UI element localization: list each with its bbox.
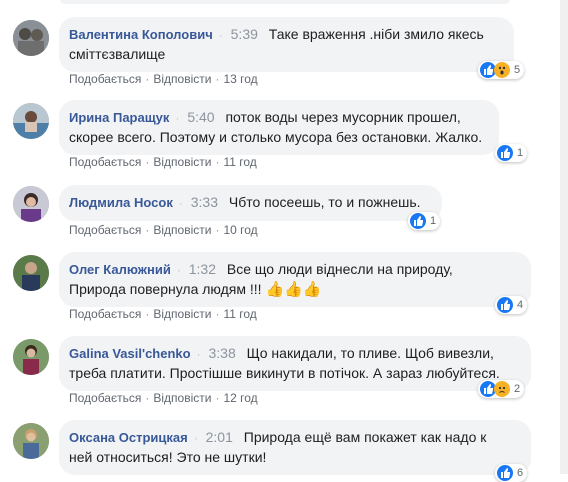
comment-actions: Подобається · Відповісти · 13 год [69,72,258,86]
reaction-count: 1 [430,215,437,227]
like-icon [497,145,513,161]
comment-age[interactable]: 11 год [223,155,256,169]
reply-link[interactable]: Відповісти [153,155,211,169]
comment-author[interactable]: Оксана Острицкая [69,430,188,445]
like-link[interactable]: Подобається [69,391,141,405]
like-icon [497,297,513,313]
reaction-summary[interactable]: 6 [495,464,528,482]
comment-actions: Подобається · Відповісти · 11 год [69,307,257,321]
like-icon [410,213,426,229]
comment-text-cont: ней относиться! Это не шутки! [69,449,267,465]
comment-time[interactable]: 2:01 [206,429,233,445]
reply-link[interactable]: Відповісти [153,223,211,237]
reaction-count: 4 [517,299,524,311]
comment-text: Все що люди віднесли на природу, [226,261,453,277]
comment-time[interactable]: 1:32 [189,261,216,277]
comment-actions: Подобається · Відповісти · 11 год [69,155,257,169]
comment-bubble: Galina Vasil'chenko · 3:38 Що накидали, т… [59,336,531,391]
like-link[interactable]: Подобається [69,307,141,321]
avatar[interactable] [13,423,49,459]
reaction-summary[interactable]: 1 [408,212,441,230]
like-link[interactable]: Подобається [69,72,141,86]
comment-text: Чбто посеешь, то и пожнешь. [228,194,421,210]
reaction-count: 6 [517,467,524,479]
comment-age[interactable]: 10 год [223,223,257,237]
comment-text-cont: скорее всего. Поэтому и столько мусора б… [69,129,483,145]
comment-text: Таке враження .ніби змило якесь [268,26,484,42]
comment-text-cont: сміттєзвалище [69,46,166,62]
comment-time[interactable]: 3:38 [208,345,235,361]
thumbs-up-emoji: 👍👍👍 [265,281,322,298]
avatar[interactable] [13,103,49,139]
avatar[interactable] [13,255,49,291]
comment-age[interactable]: 12 год [223,391,257,405]
sad-icon [494,381,510,397]
comment-actions: Подобається · Відповісти · 10 год [69,223,258,237]
reaction-summary[interactable]: 2 [478,380,525,398]
comment-text-cont: Природа повернула людям !!! [69,281,262,297]
reaction-summary[interactable]: 4 [495,296,528,314]
comment-text-cont: треба платити. Простішше викинути в поті… [69,365,500,381]
wow-icon [494,62,510,78]
avatar[interactable] [13,20,49,56]
comment-author[interactable]: Galina Vasil'chenko [69,346,191,361]
comment-bubble: Валентина Кополович · 5:39 Таке враження … [59,17,514,72]
like-icon [497,465,513,481]
comment-author[interactable]: Ирина Паращук [69,110,169,125]
scroll-edge [560,0,568,474]
comment-author[interactable]: Валентина Кополович [69,27,213,42]
comment-bubble: Оксана Острицкая · 2:01 Природа ещё вам п… [59,420,531,475]
reply-link[interactable]: Відповісти [153,307,211,321]
like-link[interactable]: Подобається [69,155,141,169]
reply-link[interactable]: Відповісти [153,72,211,86]
comment-text: Природа ещё вам покажет как надо к [243,429,487,445]
comment-time[interactable]: 5:40 [187,109,214,125]
comment-author[interactable]: Людмила Носок [69,195,173,210]
comment-bubble: Людмила Носок · 3:33 Чбто посеешь, то и п… [59,185,442,221]
avatar[interactable] [13,339,49,375]
reaction-count: 1 [517,147,524,159]
comment-actions: Подобається · Відповісти · 12 год [69,391,258,405]
like-link[interactable]: Подобається [69,223,141,237]
reaction-summary[interactable]: 5 [478,61,525,79]
reaction-count: 2 [514,383,521,395]
comment-age[interactable]: 11 год [223,307,256,321]
avatar[interactable] [13,186,49,222]
reaction-summary[interactable]: 1 [495,144,528,162]
comment-time[interactable]: 5:39 [231,26,258,42]
reply-link[interactable]: Відповісти [153,391,211,405]
comment-text: Що накидали, то пливе. Щоб вивезли, [246,345,494,361]
previous-comment-bubble [60,0,510,4]
comment-bubble: Олег Калюжний · 1:32 Все що люди віднесли… [59,252,531,307]
comment-age[interactable]: 13 год [223,72,257,86]
comment-author[interactable]: Олег Калюжний [69,262,171,277]
comment-bubble: Ирина Паращук · 5:40 поток воды через мус… [59,100,499,155]
comment-text: поток воды через мусорник прошел, [225,109,461,125]
reaction-count: 5 [514,64,521,76]
comment-time[interactable]: 3:33 [191,194,218,210]
